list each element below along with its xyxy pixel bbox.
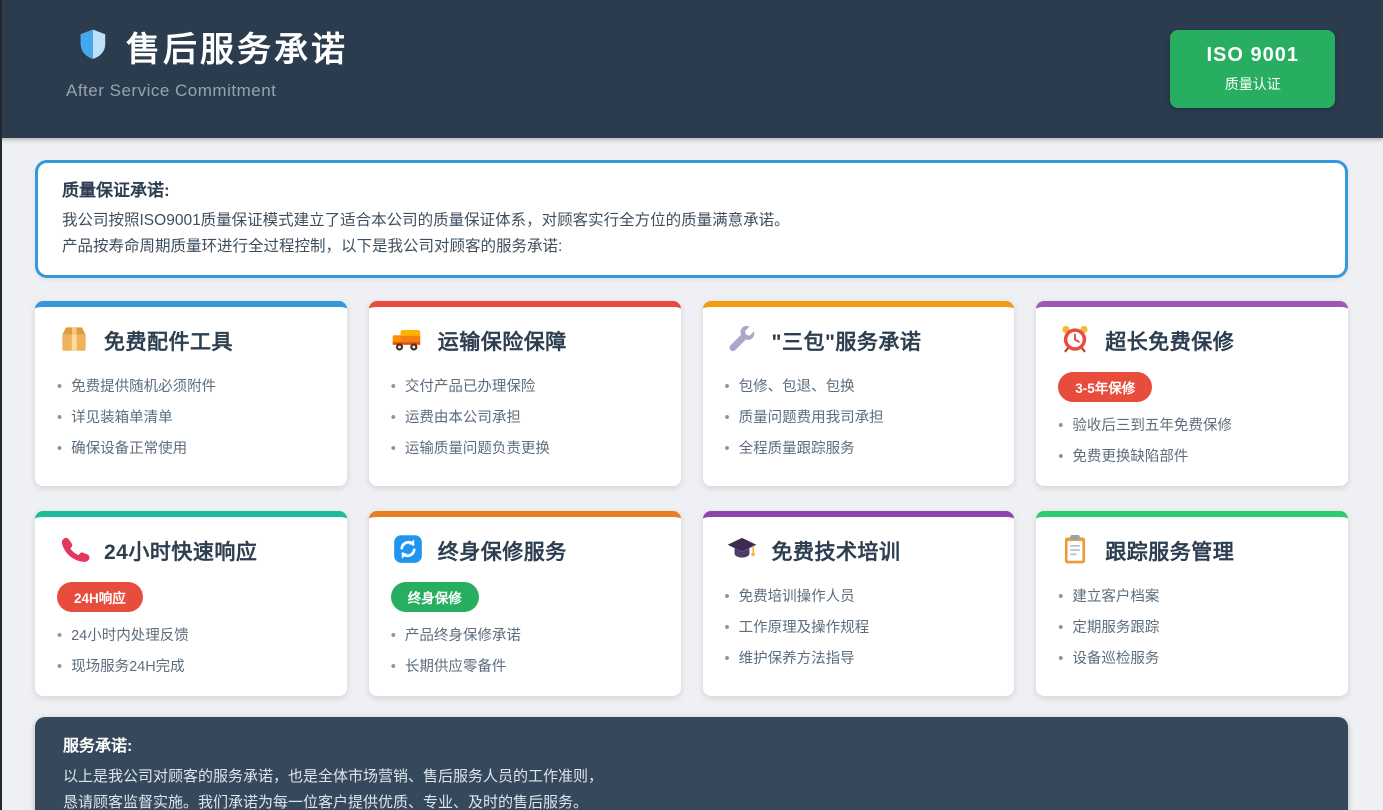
service-card: 免费技术培训免费培训操作人员工作原理及操作规程维护保养方法指导 <box>703 511 1015 696</box>
package-icon <box>57 322 91 361</box>
card-title: 免费技术培训 <box>772 536 901 566</box>
card-item-list: 24小时内处理反馈现场服务24H完成 <box>57 619 325 681</box>
phone-icon <box>57 532 91 571</box>
wrench-icon <box>725 322 759 361</box>
card-item: 包修、包退、包换 <box>725 370 993 401</box>
page-header: 售后服务承诺 After Service Commitment ISO 9001… <box>0 0 1383 138</box>
card-item: 24小时内处理反馈 <box>57 619 325 650</box>
card-item-list: 交付产品已办理保险运费由本公司承担运输质量问题负责更换 <box>391 370 659 463</box>
iso-9001-badge: ISO 9001 质量认证 <box>1170 30 1335 108</box>
quality-guarantee-notice: 质量保证承诺: 我公司按照ISO9001质量保证模式建立了适合本公司的质量保证体… <box>35 160 1348 278</box>
card-item: 确保设备正常使用 <box>57 432 325 463</box>
card-item-list: 免费培训操作人员工作原理及操作规程维护保养方法指导 <box>725 580 993 673</box>
card-item: 建立客户档案 <box>1058 580 1326 611</box>
card-item-list: 建立客户档案定期服务跟踪设备巡检服务 <box>1058 580 1326 673</box>
card-title: 超长免费保修 <box>1105 326 1234 356</box>
card-item: 工作原理及操作规程 <box>725 611 993 642</box>
card-item: 免费更换缺陷部件 <box>1058 440 1326 471</box>
iso-badge-title: ISO 9001 <box>1206 44 1299 67</box>
card-item: 长期供应零备件 <box>391 650 659 681</box>
card-item: 产品终身保修承诺 <box>391 619 659 650</box>
refresh-icon <box>391 532 425 571</box>
quality-notice-line: 产品按寿命周期质量环进行全过程控制，以下是我公司对顾客的服务承诺: <box>62 234 1321 260</box>
card-title: 跟踪服务管理 <box>1105 536 1234 566</box>
card-badge: 3-5年保修 <box>1058 372 1152 402</box>
card-item: 运输质量问题负责更换 <box>391 432 659 463</box>
card-item: 运费由本公司承担 <box>391 401 659 432</box>
service-card: 免费配件工具免费提供随机必须附件详见装箱单清单确保设备正常使用 <box>35 301 347 486</box>
card-item: 免费培训操作人员 <box>725 580 993 611</box>
card-item: 验收后三到五年免费保修 <box>1058 409 1326 440</box>
service-card: 终身保修服务终身保修产品终身保修承诺长期供应零备件 <box>369 511 681 696</box>
iso-badge-subtitle: 质量认证 <box>1206 74 1299 94</box>
service-card: 跟踪服务管理建立客户档案定期服务跟踪设备巡检服务 <box>1036 511 1348 696</box>
card-item-list: 包修、包退、包换质量问题费用我司承担全程质量跟踪服务 <box>725 370 993 463</box>
truck-icon <box>391 322 425 361</box>
page-subtitle: After Service Commitment <box>48 81 348 101</box>
card-title: 运输保险保障 <box>438 326 567 356</box>
card-item: 定期服务跟踪 <box>1058 611 1326 642</box>
quality-notice-line: 我公司按照ISO9001质量保证模式建立了适合本公司的质量保证体系，对顾客实行全… <box>62 208 1321 234</box>
page-title: 售后服务承诺 <box>126 22 348 71</box>
card-item-list: 免费提供随机必须附件详见装箱单清单确保设备正常使用 <box>57 370 325 463</box>
card-item: 免费提供随机必须附件 <box>57 370 325 401</box>
card-item: 现场服务24H完成 <box>57 650 325 681</box>
card-item: 设备巡检服务 <box>1058 642 1326 673</box>
card-item-list: 验收后三到五年免费保修免费更换缺陷部件 <box>1058 409 1326 471</box>
card-title: 免费配件工具 <box>104 326 233 356</box>
card-badge: 终身保修 <box>391 582 479 612</box>
card-item-list: 产品终身保修承诺长期供应零备件 <box>391 619 659 681</box>
service-cards-grid: 免费配件工具免费提供随机必须附件详见装箱单清单确保设备正常使用运输保险保障交付产… <box>35 301 1348 696</box>
alarm-clock-icon <box>1058 322 1092 361</box>
service-commitment-footer: 服务承诺: 以上是我公司对顾客的服务承诺，也是全体市场营销、售后服务人员的工作准… <box>35 717 1348 810</box>
footer-title: 服务承诺: <box>63 732 1320 756</box>
card-item: 交付产品已办理保险 <box>391 370 659 401</box>
footer-line: 以上是我公司对顾客的服务承诺，也是全体市场营销、售后服务人员的工作准则， <box>63 764 1320 790</box>
card-item: 全程质量跟踪服务 <box>725 432 993 463</box>
footer-line: 恳请顾客监督实施。我们承诺为每一位客户提供优质、专业、及时的售后服务。 <box>63 790 1320 810</box>
card-item: 质量问题费用我司承担 <box>725 401 993 432</box>
window-left-edge <box>0 0 2 810</box>
service-card: 超长免费保修 3-5年保修验收后三到五年免费保修免费更换缺陷部件 <box>1036 301 1348 486</box>
card-item: 详见装箱单清单 <box>57 401 325 432</box>
header-title-block: 售后服务承诺 After Service Commitment <box>48 0 348 101</box>
clipboard-icon <box>1058 532 1092 571</box>
card-title: "三包"服务承诺 <box>772 326 922 356</box>
graduation-cap-icon <box>725 532 759 571</box>
card-item: 维护保养方法指导 <box>725 642 993 673</box>
service-card: 运输保险保障交付产品已办理保险运费由本公司承担运输质量问题负责更换 <box>369 301 681 486</box>
service-card: "三包"服务承诺包修、包退、包换质量问题费用我司承担全程质量跟踪服务 <box>703 301 1015 486</box>
quality-notice-title: 质量保证承诺: <box>62 176 1321 201</box>
card-title: 终身保修服务 <box>438 536 567 566</box>
card-badge: 24H响应 <box>57 582 143 612</box>
card-title: 24小时快速响应 <box>104 536 257 566</box>
shield-icon <box>76 27 110 66</box>
service-card: 24小时快速响应 24H响应 24小时内处理反馈现场服务24H完成 <box>35 511 347 696</box>
